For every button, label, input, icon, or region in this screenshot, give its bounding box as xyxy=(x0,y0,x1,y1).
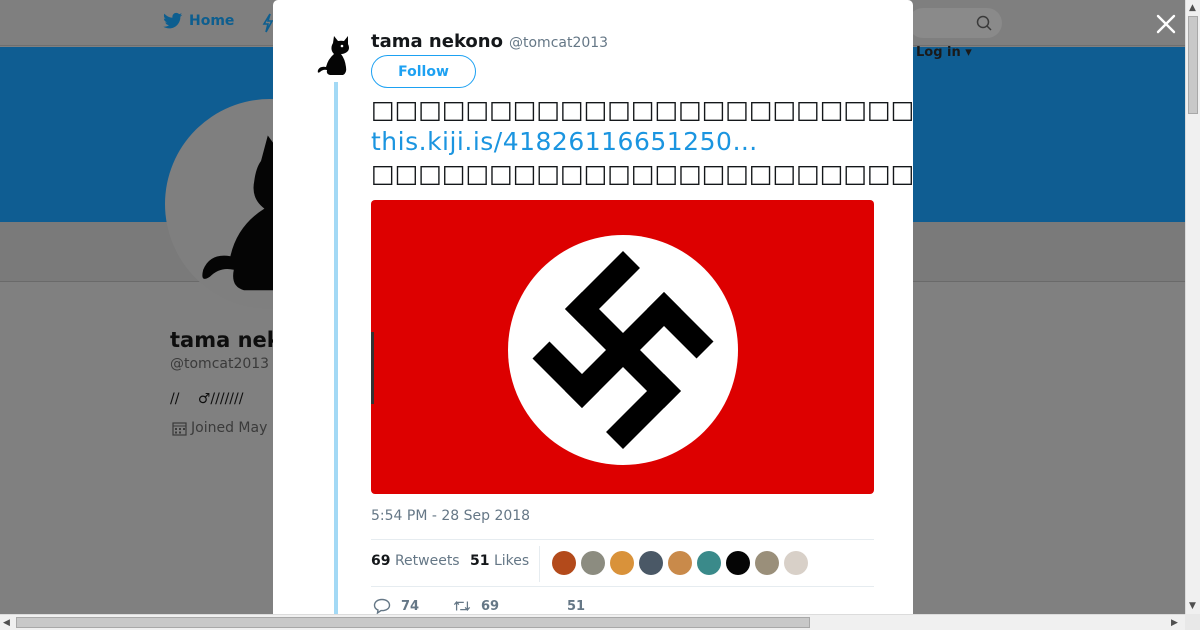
login-dropdown[interactable]: Log in ▾ xyxy=(916,45,972,60)
liker-avatar-6[interactable] xyxy=(697,551,721,575)
retweets-stat[interactable]: 69 Retweets xyxy=(371,553,460,569)
flag-emblem-image xyxy=(508,235,738,465)
thread-line xyxy=(334,82,338,614)
close-icon[interactable] xyxy=(1155,13,1177,35)
tweet-actions: 74 69 51 xyxy=(371,598,874,614)
scroll-right-arrow-icon[interactable]: ▶ xyxy=(1171,618,1178,628)
like-button[interactable]: 51 xyxy=(539,598,585,614)
retweet-button[interactable]: 69 xyxy=(453,598,499,614)
twitter-bird-icon xyxy=(163,12,183,29)
vertical-scrollbar[interactable]: ▲ ▼ xyxy=(1185,0,1200,614)
like-count: 51 xyxy=(567,598,586,614)
liker-avatars xyxy=(552,551,808,575)
author-handle[interactable]: @tomcat2013 xyxy=(509,35,608,51)
profile-bio: // ♂/////// xyxy=(170,391,244,407)
liker-avatar-1[interactable] xyxy=(552,551,576,575)
nav-home-link[interactable]: Home xyxy=(163,12,234,30)
follow-button[interactable]: Follow xyxy=(371,55,476,88)
likes-stat[interactable]: 51 Likes xyxy=(470,553,529,569)
nav-home-label: Home xyxy=(189,13,235,29)
profile-handle: @tomcat2013 xyxy=(170,356,270,372)
horizontal-scroll-thumb[interactable] xyxy=(16,617,810,628)
scroll-left-arrow-icon[interactable]: ◀ xyxy=(3,618,10,628)
search-box[interactable] xyxy=(908,8,1002,38)
retweets-label: Retweets xyxy=(394,553,460,569)
retweet-icon xyxy=(453,600,471,612)
liker-avatar-9[interactable] xyxy=(784,551,808,575)
tweet-image[interactable] xyxy=(371,200,874,494)
author-avatar[interactable] xyxy=(317,33,359,77)
stats-divider xyxy=(539,546,540,582)
search-icon xyxy=(976,15,992,31)
liker-avatar-5[interactable] xyxy=(668,551,692,575)
horizontal-scrollbar[interactable]: ◀ ▶ xyxy=(0,614,1185,630)
liker-avatar-3[interactable] xyxy=(610,551,634,575)
tweet-stats: 69 Retweets 51 Likes xyxy=(371,539,874,587)
profile-joined-text: Joined May xyxy=(191,420,268,436)
tweet-link[interactable]: this.kiji.is/41826116651250… xyxy=(371,127,758,156)
reply-button[interactable]: 74 xyxy=(373,598,419,614)
reply-count: 74 xyxy=(401,598,420,614)
vertical-scroll-thumb[interactable] xyxy=(1188,16,1198,114)
liker-avatar-4[interactable] xyxy=(639,551,663,575)
liker-avatar-2[interactable] xyxy=(581,551,605,575)
scroll-down-arrow-icon[interactable]: ▼ xyxy=(1189,601,1196,611)
scrollbar-corner xyxy=(1185,614,1200,630)
tweet-timestamp[interactable]: 5:54 PM - 28 Sep 2018 xyxy=(371,508,530,524)
reply-icon xyxy=(373,598,391,614)
retweets-count: 69 xyxy=(371,553,391,569)
tweet-text: □□□□□□□□□□□□□□□□□□□□□□□□□□□□□□□□□□□□□□□□… xyxy=(371,94,913,190)
liker-avatar-8[interactable] xyxy=(755,551,779,575)
profile-joined: Joined May xyxy=(172,420,267,436)
image-edge-mark xyxy=(371,332,374,404)
scroll-up-arrow-icon[interactable]: ▲ xyxy=(1189,3,1196,13)
liker-avatar-7[interactable] xyxy=(726,551,750,575)
tweet-modal: tama nekono @tomcat2013 Follow □□□□□□□□□… xyxy=(273,0,913,614)
tweet-text-line-3: □□□□□□□□□□□□□□□□□□□□□□□□□□□□□□□□□□□□□□□□… xyxy=(371,159,913,188)
likes-label: Likes xyxy=(493,553,530,569)
likes-count: 51 xyxy=(470,553,490,569)
tweet-text-line-1: □□□□□□□□□□□□□□□□□□□□□□□□□□□□□□□□□□□□□□□□… xyxy=(371,95,913,124)
retweet-count: 69 xyxy=(481,598,500,614)
calendar-icon xyxy=(172,421,187,436)
heart-icon xyxy=(539,598,557,614)
author-name[interactable]: tama nekono xyxy=(371,31,503,52)
